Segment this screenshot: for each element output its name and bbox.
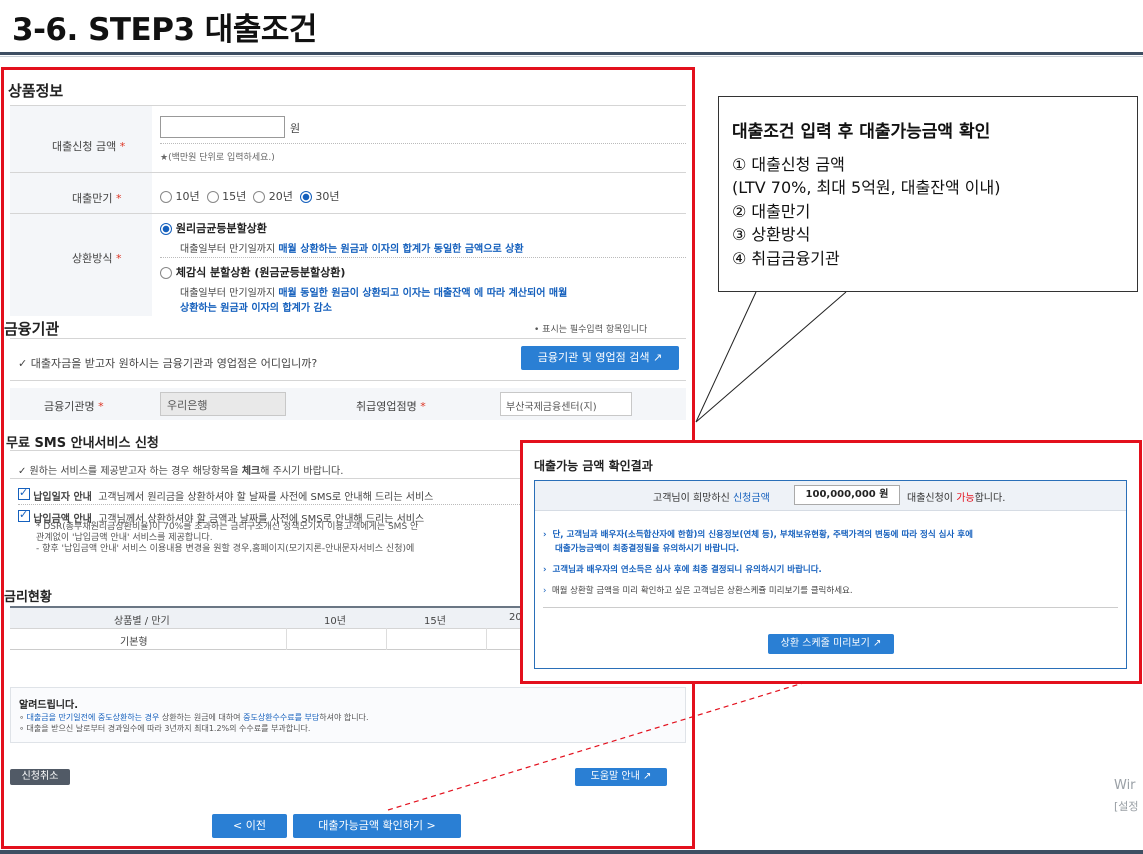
footer-rule — [0, 850, 1143, 854]
slide: 3-6. STEP3 대출조건 상품정보 대출신청 금액 * 원 ★(백만원 단… — [0, 0, 1143, 854]
callout-pointer-right — [695, 291, 847, 423]
dashed-arrow-line — [387, 675, 827, 811]
activation-watermark-line-1: Wir — [1114, 778, 1136, 793]
activation-watermark-line-2: [설정 — [1114, 800, 1139, 813]
highlight-frame-result — [520, 440, 1142, 684]
annotation-lines — [387, 291, 847, 811]
callout-pointer-left — [695, 291, 757, 423]
